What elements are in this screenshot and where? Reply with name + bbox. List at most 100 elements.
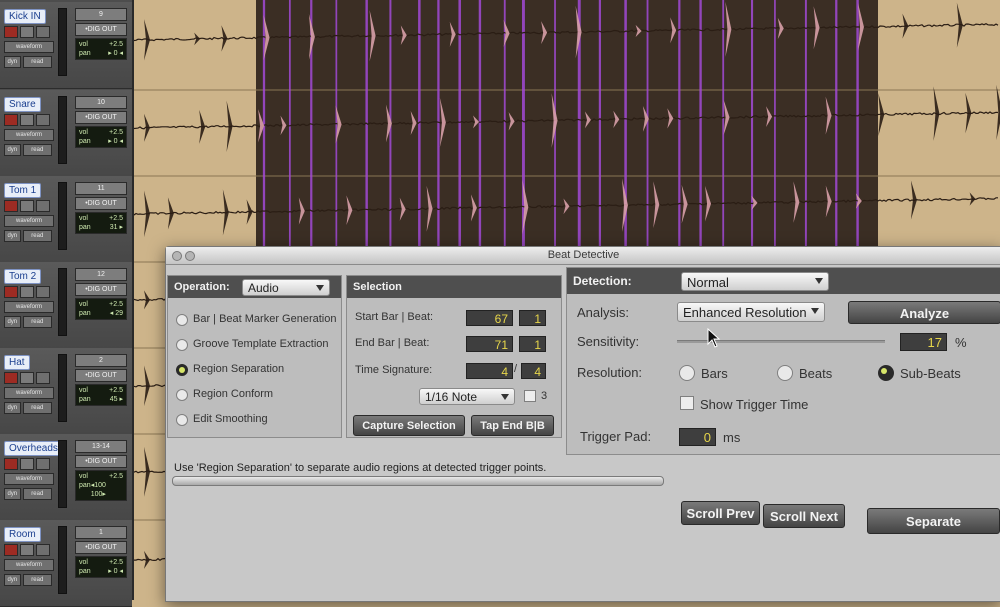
dyn-button[interactable]: dyn (4, 402, 21, 414)
automation-mode-selector[interactable]: read (22, 574, 52, 586)
operation-dropdown[interactable]: Audio (242, 279, 330, 296)
mute-button[interactable] (36, 286, 50, 298)
close-window-button[interactable] (172, 251, 182, 261)
resolution-radio[interactable] (777, 365, 793, 381)
output-selector[interactable]: •DIG OUT (75, 197, 127, 210)
mute-button[interactable] (36, 200, 50, 212)
solo-button[interactable] (20, 114, 34, 126)
input-selector[interactable]: 11 (75, 182, 127, 195)
input-selector[interactable]: 10 (75, 96, 127, 109)
capture-selection-button[interactable]: Capture Selection (353, 415, 465, 436)
record-enable-button[interactable] (4, 458, 18, 470)
automation-mode-selector[interactable]: read (22, 316, 52, 328)
operation-radio[interactable] (176, 314, 188, 326)
track-view-selector[interactable]: waveform (4, 559, 54, 571)
minimize-window-button[interactable] (185, 251, 195, 261)
separate-button[interactable]: Separate (867, 508, 1000, 534)
output-selector[interactable]: •DIG OUT (75, 283, 127, 296)
solo-button[interactable] (20, 458, 34, 470)
output-selector[interactable]: •DIG OUT (75, 111, 127, 124)
time-signature-numerator[interactable]: 4 (466, 363, 513, 379)
mute-button[interactable] (36, 114, 50, 126)
track-name[interactable]: Tom 1 (4, 183, 42, 198)
track-name[interactable]: Hat (4, 355, 30, 370)
scroll-next-button[interactable]: Scroll Next (763, 504, 845, 528)
time-signature-denominator[interactable]: 4 (521, 363, 546, 379)
dyn-button[interactable]: dyn (4, 488, 21, 500)
record-enable-button[interactable] (4, 544, 18, 556)
track-header[interactable]: Tom 2 waveform dyn read 12 •DIG OUT vol +2… (0, 262, 132, 349)
record-enable-button[interactable] (4, 26, 18, 38)
dyn-button[interactable]: dyn (4, 56, 21, 68)
record-enable-button[interactable] (4, 372, 18, 384)
track-view-selector[interactable]: waveform (4, 387, 54, 399)
automation-mode-selector[interactable]: read (22, 56, 52, 68)
resolution-radio[interactable] (679, 365, 695, 381)
record-enable-button[interactable] (4, 114, 18, 126)
scroll-prev-button[interactable]: Scroll Prev (681, 501, 760, 525)
track-header[interactable]: Overheads waveform dyn read 13-14 •DIG OU… (0, 434, 132, 521)
track-view-selector[interactable]: waveform (4, 41, 54, 53)
record-enable-button[interactable] (4, 286, 18, 298)
tap-end-button[interactable]: Tap End B|B (471, 415, 554, 436)
mute-button[interactable] (36, 26, 50, 38)
solo-button[interactable] (20, 286, 34, 298)
track-view-selector[interactable]: waveform (4, 473, 54, 485)
operation-radio[interactable] (176, 389, 188, 401)
automation-mode-selector[interactable]: read (22, 230, 52, 242)
record-enable-button[interactable] (4, 200, 18, 212)
sensitivity-field[interactable]: 17 (900, 333, 947, 351)
end-bar-field[interactable]: 71 (466, 336, 513, 352)
track-header[interactable]: Kick IN waveform dyn read 9 •DIG OUT vol +… (0, 2, 132, 89)
show-trigger-time-checkbox[interactable] (680, 396, 694, 410)
mute-button[interactable] (36, 458, 50, 470)
end-beat-field[interactable]: 1 (519, 336, 546, 352)
note-value-dropdown[interactable]: 1/16 Note (419, 388, 515, 405)
track-view-selector[interactable]: waveform (4, 215, 54, 227)
dyn-button[interactable]: dyn (4, 144, 21, 156)
input-selector[interactable]: 9 (75, 8, 127, 21)
input-selector[interactable]: 13-14 (75, 440, 127, 453)
operation-radio[interactable] (176, 414, 188, 426)
input-selector[interactable]: 1 (75, 526, 127, 539)
track-name[interactable]: Overheads (4, 441, 63, 456)
dyn-button[interactable]: dyn (4, 316, 21, 328)
dyn-button[interactable]: dyn (4, 230, 21, 242)
mute-button[interactable] (36, 372, 50, 384)
track-view-selector[interactable]: waveform (4, 129, 54, 141)
automation-mode-selector[interactable]: read (22, 144, 52, 156)
track-header[interactable]: Room waveform dyn read 1 •DIG OUT vol +2.5… (0, 520, 132, 607)
solo-button[interactable] (20, 200, 34, 212)
track-header[interactable]: Tom 1 waveform dyn read 11 •DIG OUT vol +2… (0, 176, 132, 263)
track-name[interactable]: Tom 2 (4, 269, 42, 284)
start-beat-field[interactable]: 1 (519, 310, 546, 326)
input-selector[interactable]: 12 (75, 268, 127, 281)
automation-mode-selector[interactable]: read (22, 402, 52, 414)
detection-mode-dropdown[interactable]: Normal (681, 272, 829, 291)
track-name[interactable]: Room (4, 527, 41, 542)
analysis-dropdown[interactable]: Enhanced Resolution (677, 302, 825, 322)
track-name[interactable]: Snare (4, 97, 41, 112)
start-bar-field[interactable]: 67 (466, 310, 513, 326)
automation-mode-selector[interactable]: read (22, 488, 52, 500)
resolution-radio[interactable] (878, 365, 894, 381)
window-title-bar[interactable]: Beat Detective (166, 247, 1000, 265)
analyze-button[interactable]: Analyze (848, 301, 1000, 324)
mute-button[interactable] (36, 544, 50, 556)
output-selector[interactable]: •DIG OUT (75, 541, 127, 554)
output-selector[interactable]: •DIG OUT (75, 369, 127, 382)
track-view-selector[interactable]: waveform (4, 301, 54, 313)
solo-button[interactable] (20, 372, 34, 384)
output-selector[interactable]: •DIG OUT (75, 23, 127, 36)
input-selector[interactable]: 2 (75, 354, 127, 367)
track-header[interactable]: Hat waveform dyn read 2 •DIG OUT vol +2.5 … (0, 348, 132, 435)
operation-radio[interactable] (176, 364, 188, 376)
track-name[interactable]: Kick IN (4, 9, 46, 24)
triplet-checkbox[interactable] (524, 390, 536, 402)
track-header[interactable]: Snare waveform dyn read 10 •DIG OUT vol +2… (0, 90, 132, 177)
trigger-pad-field[interactable]: 0 (679, 428, 716, 446)
output-selector[interactable]: •DIG OUT (75, 455, 127, 468)
dyn-button[interactable]: dyn (4, 574, 21, 586)
solo-button[interactable] (20, 544, 34, 556)
solo-button[interactable] (20, 26, 34, 38)
